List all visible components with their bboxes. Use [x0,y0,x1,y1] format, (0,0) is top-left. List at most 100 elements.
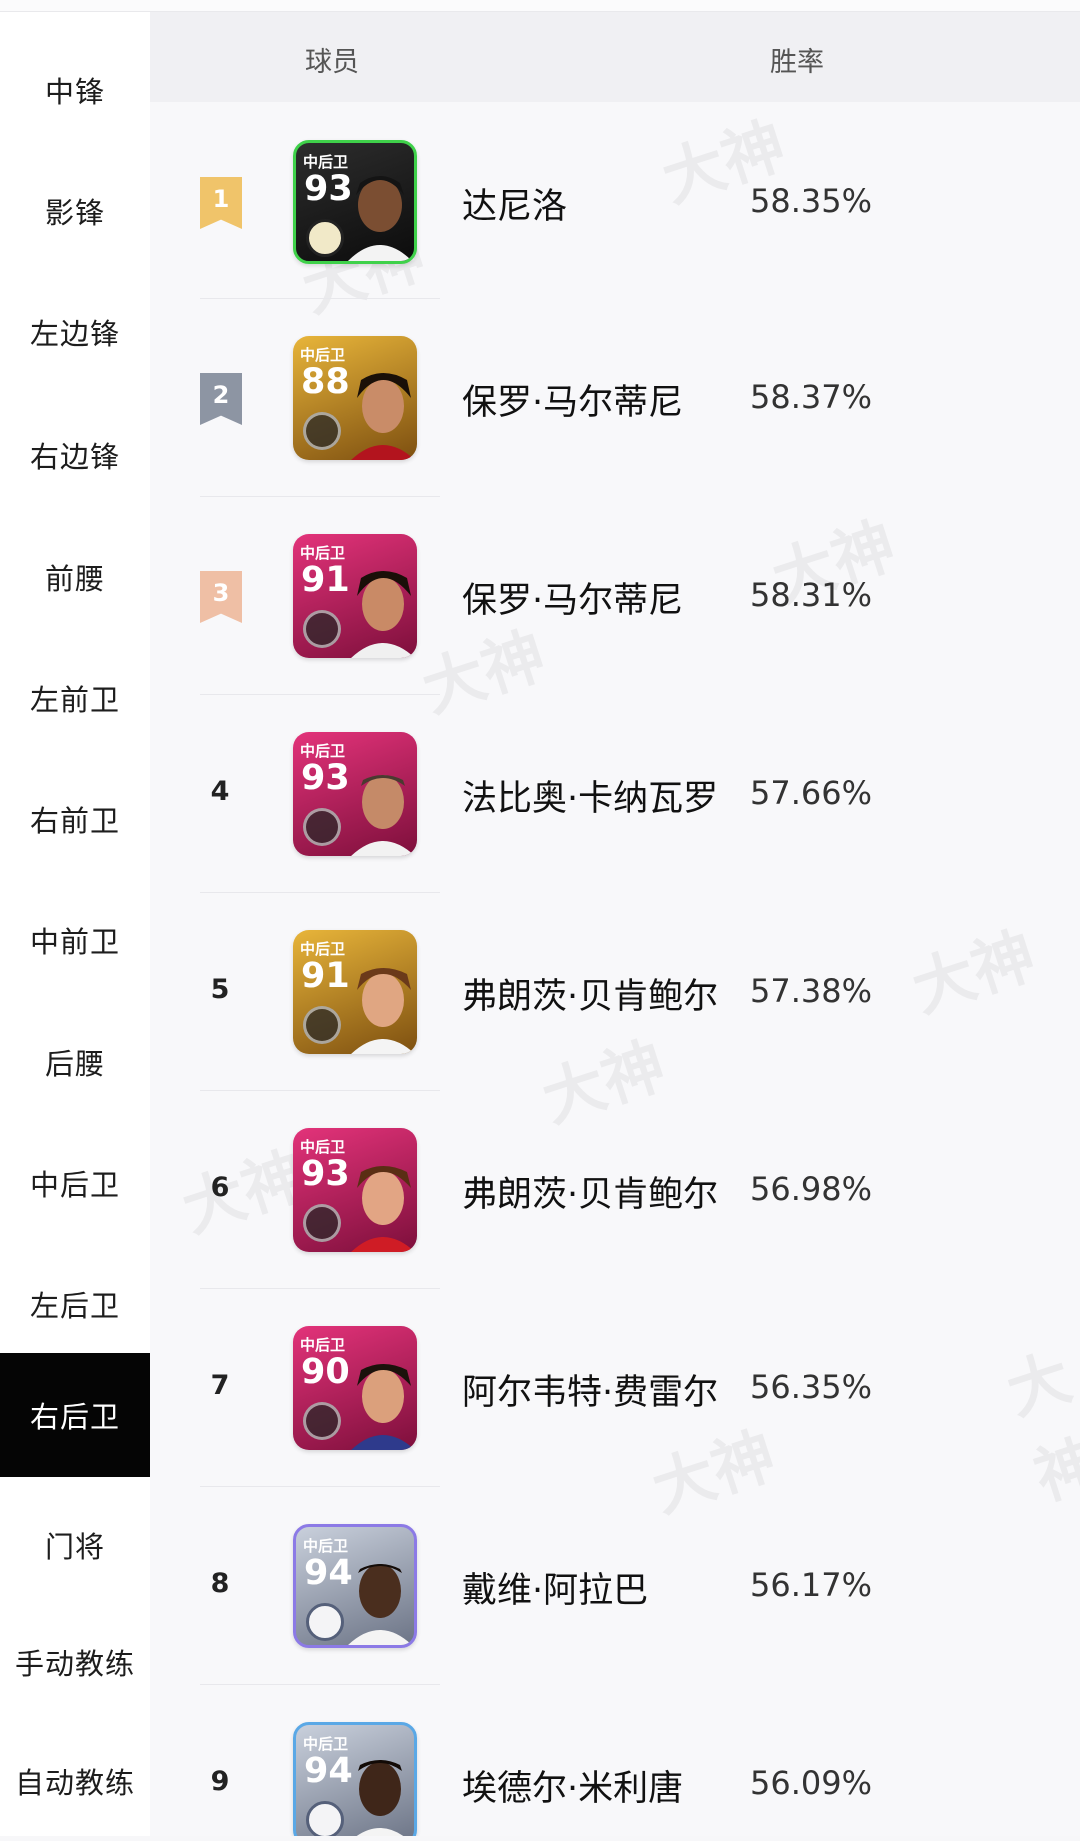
player-winrate: 57.38% [750,972,873,1010]
player-name[interactable]: 弗朗茨·贝肯鲍尔 [462,1166,718,1217]
table-row[interactable]: 7 中后卫 90 阿尔韦特·费雷尔 56.35% [150,1288,1080,1486]
sidebar-item-label: 后腰 [44,1046,105,1081]
sidebar-item-auto-manager[interactable]: 自动教练 [0,1720,150,1841]
table-row[interactable]: 4 中后卫 93 法比奥·卡纳瓦罗 57.66% [150,694,1080,892]
sidebar-item-amf[interactable]: 前腰 [0,516,150,637]
rank-number: 2 [212,381,230,409]
position-sidebar: 中锋 影锋 左边锋 右边锋 前腰 左前卫 右前卫 中前卫 后腰 中后卫 左后卫 … [0,12,150,1836]
row-divider [200,496,440,497]
player-winrate: 58.37% [750,378,873,416]
player-portrait-icon [351,373,415,460]
player-name[interactable]: 保罗·马尔蒂尼 [462,374,683,425]
player-card[interactable]: 中后卫 91 [293,534,417,658]
rank-number: 6 [210,1172,230,1203]
player-winrate: 56.17% [750,1566,873,1604]
player-portrait-icon [348,1564,412,1645]
player-portrait-icon [348,176,412,261]
sidebar-item-label: 左后卫 [29,1288,120,1323]
player-card[interactable]: 中后卫 93 [293,140,417,264]
table-row[interactable]: 8 中后卫 94 戴维·阿拉巴 56.17% [150,1486,1080,1684]
player-name[interactable]: 法比奥·卡纳瓦罗 [462,770,718,821]
sidebar-item-label: 右边锋 [29,439,120,474]
sidebar-item-label: 中前卫 [29,924,120,959]
column-header-player: 球员 [305,47,359,78]
club-crest-icon [303,610,341,648]
rank-number: 7 [210,1370,230,1401]
sidebar-item-label: 影锋 [44,195,105,230]
table-row[interactable]: 1 中后卫 93 达尼洛 58.35% [150,102,1080,300]
rank-badge-gold: 1 [200,177,242,229]
sidebar-item-lmf[interactable]: 左前卫 [0,637,150,758]
player-portrait-icon [351,1364,415,1450]
player-portrait-icon [351,775,415,856]
row-divider [200,1090,440,1091]
sidebar-item-label: 左边锋 [29,316,120,351]
player-name[interactable]: 保罗·马尔蒂尼 [462,572,683,623]
table-row[interactable]: 5 中后卫 91 弗朗茨·贝肯鲍尔 57.38% [150,892,1080,1090]
row-divider [200,1288,440,1289]
player-winrate: 56.09% [750,1764,873,1802]
column-header-winrate[interactable]: 胜率 [770,40,824,79]
rank-number: 4 [210,776,230,807]
player-card[interactable]: 中后卫 91 [293,930,417,1054]
sidebar-item-cmf[interactable]: 中前卫 [0,879,150,1000]
table-row[interactable]: 6 中后卫 93 弗朗茨·贝肯鲍尔 56.98% [150,1090,1080,1288]
sidebar-item-label: 前腰 [44,561,105,596]
player-card[interactable]: 中后卫 94 [293,1524,417,1648]
table-row[interactable]: 2 中后卫 88 保罗·马尔蒂尼 58.37% [150,298,1080,496]
sidebar-item-manual-manager[interactable]: 手动教练 [0,1601,150,1722]
rank-badge-silver: 2 [200,373,242,425]
player-portrait-icon [351,1166,415,1252]
table-row[interactable]: 3 中后卫 91 保罗·马尔蒂尼 58.31% [150,496,1080,694]
rank-number: 8 [210,1568,230,1599]
sidebar-item-dmf[interactable]: 后腰 [0,1001,150,1122]
player-name[interactable]: 阿尔韦特·费雷尔 [462,1364,718,1415]
player-name[interactable]: 达尼洛 [462,178,567,229]
sidebar-item-gk[interactable]: 门将 [0,1484,150,1605]
sidebar-item-label: 左前卫 [29,682,120,717]
sidebar-item-label: 右后卫 [29,1400,120,1434]
player-name[interactable]: 戴维·阿拉巴 [462,1562,648,1613]
table-header: 球员 胜率 [150,12,1080,102]
table-row[interactable]: 9 中后卫 94 埃德尔·米利唐 56.09% [150,1684,1080,1836]
player-winrate: 57.66% [750,774,873,812]
player-winrate: 58.35% [750,182,873,220]
player-name[interactable]: 埃德尔·米利唐 [462,1760,683,1811]
sidebar-item-rmf[interactable]: 右前卫 [0,758,150,879]
player-card[interactable]: 中后卫 94 [293,1722,417,1836]
player-card[interactable]: 中后卫 93 [293,732,417,856]
club-crest-icon [303,808,341,846]
sidebar-item-lwf[interactable]: 左边锋 [0,271,150,392]
sidebar-item-rwf[interactable]: 右边锋 [0,394,150,515]
player-card[interactable]: 中后卫 90 [293,1326,417,1450]
player-card[interactable]: 中后卫 88 [293,336,417,460]
sidebar-item-label: 中锋 [44,74,105,109]
player-card[interactable]: 中后卫 93 [293,1128,417,1252]
sidebar-item-ss[interactable]: 影锋 [0,150,150,271]
rank-number: 3 [212,579,230,607]
sidebar-item-label: 中后卫 [29,1167,120,1202]
player-portrait-icon [351,968,415,1054]
sidebar-item-cb[interactable]: 中后卫 [0,1122,150,1243]
sidebar-item-rb[interactable]: 右后卫 [0,1353,150,1477]
rank-number: 1 [212,185,230,213]
rank-number: 5 [210,974,230,1005]
sidebar-item-label: 手动教练 [14,1646,135,1681]
player-winrate: 58.31% [750,576,873,614]
player-winrate: 56.98% [750,1170,873,1208]
club-crest-icon [303,1204,341,1242]
row-divider [200,1486,440,1487]
row-divider [200,892,440,893]
row-divider [200,694,440,695]
player-name[interactable]: 弗朗茨·贝肯鲍尔 [462,968,718,1019]
player-list: 大神 大神 大神 大神 大神 大神 大神 大神 大神 1 中后卫 93 达尼洛 … [150,102,1080,1836]
sidebar-item-label: 自动教练 [14,1765,135,1800]
row-divider [200,298,440,299]
club-crest-icon [303,1006,341,1044]
sidebar-item-lb[interactable]: 左后卫 [0,1243,150,1364]
club-crest-icon [303,412,341,450]
player-portrait-icon [351,571,415,658]
sidebar-item-cf[interactable]: 中锋 [0,29,150,150]
player-portrait-icon [356,1760,404,1836]
sidebar-item-label: 门将 [44,1529,105,1564]
